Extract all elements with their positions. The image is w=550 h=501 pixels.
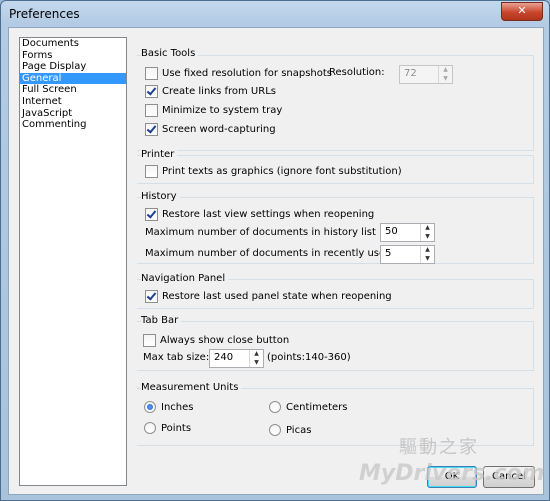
category-item-commenting[interactable]: Commenting bbox=[20, 119, 126, 131]
resolution-value[interactable]: 72 bbox=[400, 66, 438, 83]
resolution-label: Resolution: bbox=[329, 67, 385, 78]
word-capturing-box[interactable] bbox=[145, 123, 158, 136]
category-item-internet[interactable]: Internet bbox=[20, 96, 126, 108]
radio-inches-label: Inches bbox=[161, 401, 194, 413]
create-links-box[interactable] bbox=[145, 85, 158, 98]
preferences-window: Preferences ✕ Documents Forms Page Displ… bbox=[0, 0, 550, 501]
create-links-checkbox[interactable]: Create links from URLs bbox=[145, 85, 276, 98]
watermark-chinese: 驅動之家 bbox=[399, 437, 479, 458]
restore-panel-box[interactable] bbox=[145, 290, 158, 303]
texts-as-graphics-checkbox[interactable]: Print texts as graphics (ignore font sub… bbox=[145, 165, 402, 178]
radio-inches-dot[interactable] bbox=[144, 401, 156, 413]
category-item-documents[interactable]: Documents bbox=[20, 38, 126, 50]
category-item-page-display[interactable]: Page Display bbox=[20, 61, 126, 73]
watermark-mydrivers: MyDrivers.com bbox=[359, 461, 545, 486]
create-links-label: Create links from URLs bbox=[162, 86, 276, 97]
restore-panel-checkbox[interactable]: Restore last used panel state when reope… bbox=[145, 290, 392, 303]
close-button[interactable]: ✕ bbox=[501, 2, 543, 21]
resolution-spin-arrows[interactable]: ▲ ▼ bbox=[438, 66, 452, 83]
texts-as-graphics-box[interactable] bbox=[145, 165, 158, 178]
printer-label: Printer bbox=[141, 149, 178, 160]
navigation-panel-label: Navigation Panel bbox=[141, 273, 229, 284]
restore-view-box[interactable] bbox=[145, 208, 158, 221]
radio-points[interactable]: Points bbox=[144, 422, 191, 434]
category-list[interactable]: Documents Forms Page Display General Ful… bbox=[19, 37, 127, 486]
title-bar[interactable]: Preferences ✕ bbox=[1, 1, 549, 27]
max-tab-value[interactable]: 240 bbox=[210, 350, 249, 367]
max-tab-spinner[interactable]: 240 ▲ ▼ bbox=[209, 349, 264, 368]
radio-centimeters[interactable]: Centimeters bbox=[269, 401, 347, 413]
max-history-spin-arrows[interactable]: ▲ ▼ bbox=[420, 224, 434, 241]
word-capturing-label: Screen word-capturing bbox=[162, 124, 276, 135]
window-title: Preferences bbox=[9, 7, 80, 21]
history-label: History bbox=[141, 191, 180, 202]
texts-as-graphics-label: Print texts as graphics (ignore font sub… bbox=[162, 166, 402, 177]
always-close-box[interactable] bbox=[143, 334, 156, 347]
close-icon: ✕ bbox=[517, 4, 527, 17]
dialog-client-area: Documents Forms Page Display General Ful… bbox=[8, 27, 544, 495]
max-recent-value[interactable]: 5 bbox=[381, 246, 420, 263]
fixed-resolution-label: Use fixed resolution for snapshots bbox=[162, 68, 333, 79]
radio-points-dot[interactable] bbox=[144, 422, 156, 434]
always-close-checkbox[interactable]: Always show close button bbox=[143, 334, 289, 347]
category-item-full-screen[interactable]: Full Screen bbox=[20, 84, 126, 96]
max-recent-spinner[interactable]: 5 ▲ ▼ bbox=[380, 245, 435, 264]
minimize-tray-checkbox[interactable]: Minimize to system tray bbox=[145, 104, 282, 117]
category-item-javascript[interactable]: JavaScript bbox=[20, 108, 126, 120]
basic-tools-label: Basic Tools bbox=[141, 48, 199, 59]
radio-centimeters-label: Centimeters bbox=[286, 401, 348, 413]
category-item-general[interactable]: General bbox=[20, 72, 126, 85]
max-recent-label: Maximum number of documents in recently … bbox=[145, 248, 413, 259]
max-recent-spin-arrows[interactable]: ▲ ▼ bbox=[420, 246, 434, 263]
always-close-label: Always show close button bbox=[160, 335, 290, 346]
radio-picas-dot[interactable] bbox=[269, 424, 281, 436]
fixed-resolution-checkbox[interactable]: Use fixed resolution for snapshots bbox=[145, 67, 332, 80]
max-tab-spin-arrows[interactable]: ▲ ▼ bbox=[249, 350, 263, 367]
tab-bar-label: Tab Bar bbox=[141, 315, 182, 326]
fixed-resolution-box[interactable] bbox=[145, 67, 158, 80]
restore-view-label: Restore last view settings when reopenin… bbox=[162, 209, 375, 220]
max-history-label: Maximum number of documents in history l… bbox=[145, 227, 383, 238]
radio-centimeters-dot[interactable] bbox=[269, 401, 281, 413]
max-tab-label: Max tab size: bbox=[143, 352, 210, 363]
restore-panel-label: Restore last used panel state when reope… bbox=[162, 291, 392, 302]
max-tab-hint: (points:140-360) bbox=[267, 352, 351, 363]
radio-picas-label: Picas bbox=[286, 424, 312, 436]
radio-points-label: Points bbox=[161, 422, 192, 434]
radio-inches[interactable]: Inches bbox=[144, 401, 194, 413]
measurement-units-label: Measurement Units bbox=[141, 382, 242, 393]
radio-picas[interactable]: Picas bbox=[269, 424, 311, 436]
max-history-spinner[interactable]: 50 ▲ ▼ bbox=[380, 223, 435, 242]
resolution-spinner[interactable]: 72 ▲ ▼ bbox=[399, 65, 453, 84]
minimize-tray-label: Minimize to system tray bbox=[162, 105, 283, 116]
max-history-value[interactable]: 50 bbox=[381, 224, 420, 241]
minimize-tray-box[interactable] bbox=[145, 104, 158, 117]
word-capturing-checkbox[interactable]: Screen word-capturing bbox=[145, 123, 276, 136]
restore-view-checkbox[interactable]: Restore last view settings when reopenin… bbox=[145, 208, 374, 221]
category-item-forms[interactable]: Forms bbox=[20, 50, 126, 62]
